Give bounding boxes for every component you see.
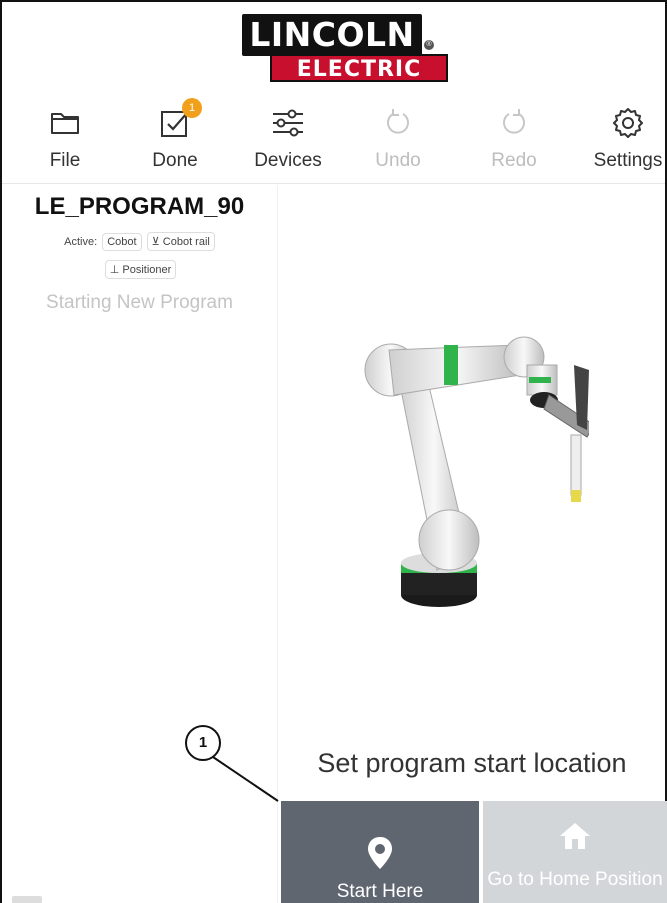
positioner-icon: ⊥ bbox=[109, 264, 123, 276]
undo-icon bbox=[387, 109, 409, 134]
done-button[interactable]: 1 Done bbox=[120, 94, 230, 184]
done-badge: 1 bbox=[182, 98, 202, 118]
main-view: Set program start location Start Here Go… bbox=[279, 185, 667, 903]
program-name: LE_PROGRAM_90 bbox=[34, 193, 245, 220]
program-status: Starting New Program bbox=[46, 292, 233, 313]
active-devices-row: Active: Cobot ⊻ Cobot rail bbox=[2, 232, 277, 251]
redo-button[interactable]: Redo bbox=[459, 94, 569, 184]
active-devices-row-2: ⊥ Positioner bbox=[2, 260, 277, 279]
location-pin-icon bbox=[368, 837, 392, 869]
go-to-home-label: Go to Home Position bbox=[487, 869, 663, 890]
edge-handle bbox=[12, 896, 42, 903]
undo-label: Undo bbox=[375, 150, 421, 171]
start-here-label: Start Here bbox=[336, 881, 424, 902]
rail-icon: ⊻ bbox=[151, 236, 163, 248]
cobot-3d-model bbox=[364, 336, 589, 607]
file-label: File bbox=[49, 150, 81, 171]
device-chip-cobot: Cobot bbox=[102, 233, 142, 251]
main-toolbar: File 1 Done Devices Undo Redo Settings bbox=[2, 94, 665, 184]
active-label: Active: bbox=[64, 236, 98, 248]
program-panel: LE_PROGRAM_90 Active: Cobot ⊻ Cobot rail… bbox=[2, 185, 278, 903]
sliders-icon bbox=[273, 109, 303, 137]
settings-button[interactable]: Settings bbox=[573, 94, 667, 184]
start-here-button[interactable]: Start Here bbox=[281, 801, 479, 903]
done-label: Done bbox=[152, 150, 198, 171]
logo-line2: ELECTRIC bbox=[270, 54, 448, 82]
device-chip-cobot-rail: ⊻ Cobot rail bbox=[146, 232, 215, 251]
redo-icon bbox=[503, 109, 525, 134]
start-location-prompt: Set program start location bbox=[317, 748, 627, 778]
file-button[interactable]: File bbox=[10, 94, 120, 184]
logo-registered-mark: ® bbox=[424, 40, 434, 50]
device-chip-positioner: ⊥ Positioner bbox=[104, 260, 177, 279]
home-icon bbox=[560, 823, 590, 849]
logo-line1: LINCOLN bbox=[242, 14, 422, 56]
lincoln-electric-logo: LINCOLN ® ELECTRIC bbox=[242, 14, 452, 84]
go-to-home-button[interactable]: Go to Home Position bbox=[483, 801, 667, 903]
settings-label: Settings bbox=[593, 150, 663, 171]
devices-button[interactable]: Devices bbox=[233, 94, 343, 184]
folder-icon bbox=[51, 113, 79, 134]
undo-button[interactable]: Undo bbox=[343, 94, 453, 184]
callout-number: 1 bbox=[185, 725, 221, 761]
redo-label: Redo bbox=[491, 150, 537, 171]
devices-label: Devices bbox=[254, 150, 322, 171]
gear-icon bbox=[613, 108, 643, 138]
